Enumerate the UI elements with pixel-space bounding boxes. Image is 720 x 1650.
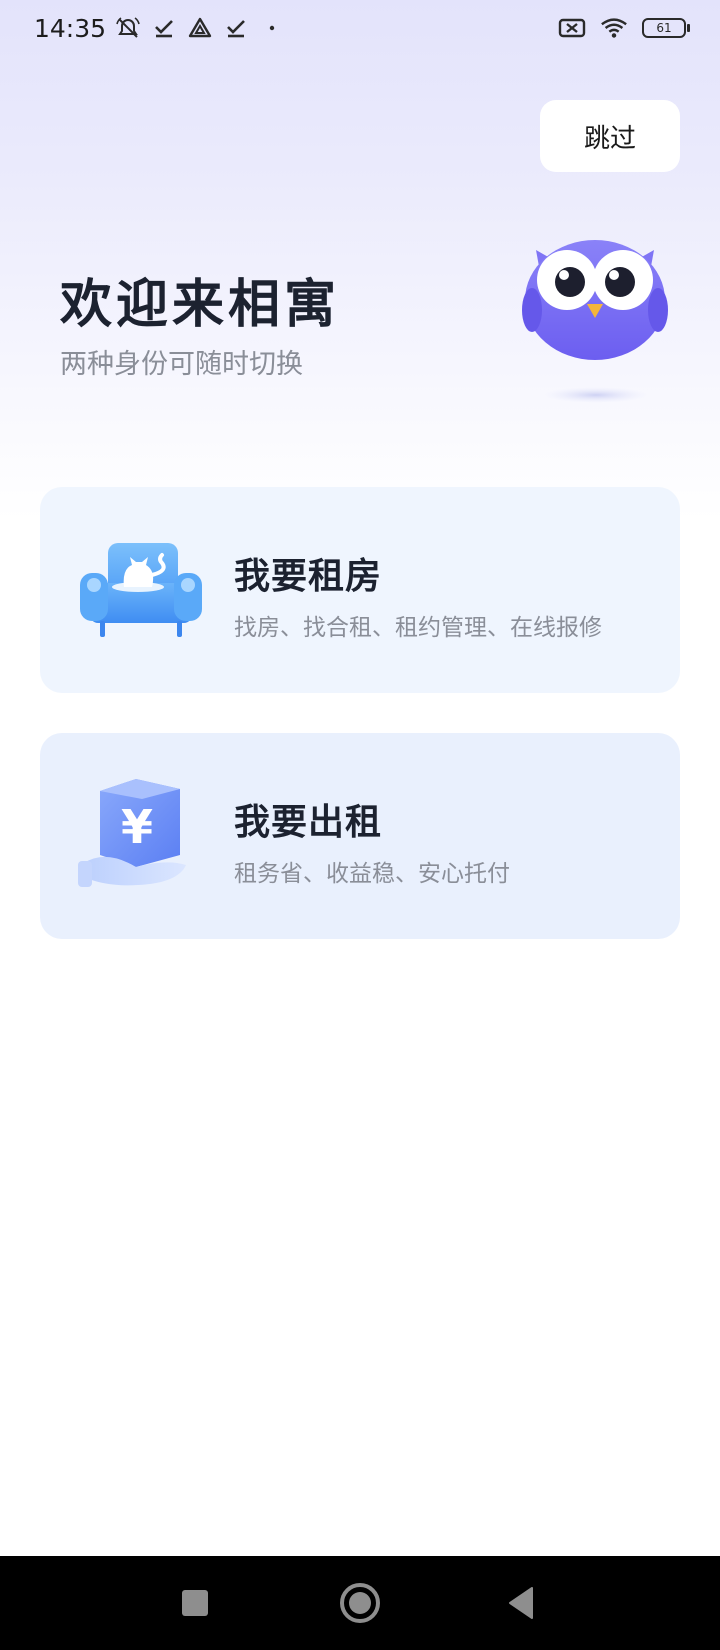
check-icon	[222, 14, 250, 42]
alarm-off-icon	[114, 14, 142, 42]
dot-icon	[258, 14, 286, 42]
lease-option-card[interactable]: ¥ 我要出租 租务省、收益稳、安心托付	[40, 733, 680, 939]
svg-text:¥: ¥	[121, 800, 153, 854]
page-subtitle: 两种身份可随时切换	[60, 349, 303, 380]
status-time: 14:35	[34, 13, 107, 43]
back-button[interactable]	[500, 1580, 546, 1626]
lease-option-title: 我要出租	[234, 802, 383, 843]
owl-mascot-icon	[520, 228, 670, 408]
home-button[interactable]	[337, 1580, 383, 1626]
check-icon	[150, 14, 178, 42]
battery-icon: 61	[642, 18, 690, 38]
yuan-hand-icon: ¥	[76, 771, 206, 901]
rent-option-description: 找房、找合租、租约管理、在线报修	[234, 615, 602, 641]
wifi-icon	[600, 14, 628, 42]
status-bar: 14:35 61	[0, 0, 720, 56]
rent-option-title: 我要租房	[234, 556, 383, 597]
rent-option-card[interactable]: 我要租房 找房、找合租、租约管理、在线报修	[40, 487, 680, 693]
sofa-icon	[76, 525, 206, 655]
status-left: 14:35	[34, 14, 286, 43]
recents-button[interactable]	[172, 1580, 218, 1626]
lease-option-description: 租务省、收益稳、安心托付	[234, 861, 510, 887]
status-right: 61	[558, 14, 690, 42]
drive-icon	[186, 14, 214, 42]
no-sim-icon	[558, 14, 586, 42]
page-title: 欢迎来相寓	[60, 275, 341, 335]
skip-button[interactable]: 跳过	[540, 100, 680, 172]
system-nav-bar	[0, 1556, 720, 1650]
